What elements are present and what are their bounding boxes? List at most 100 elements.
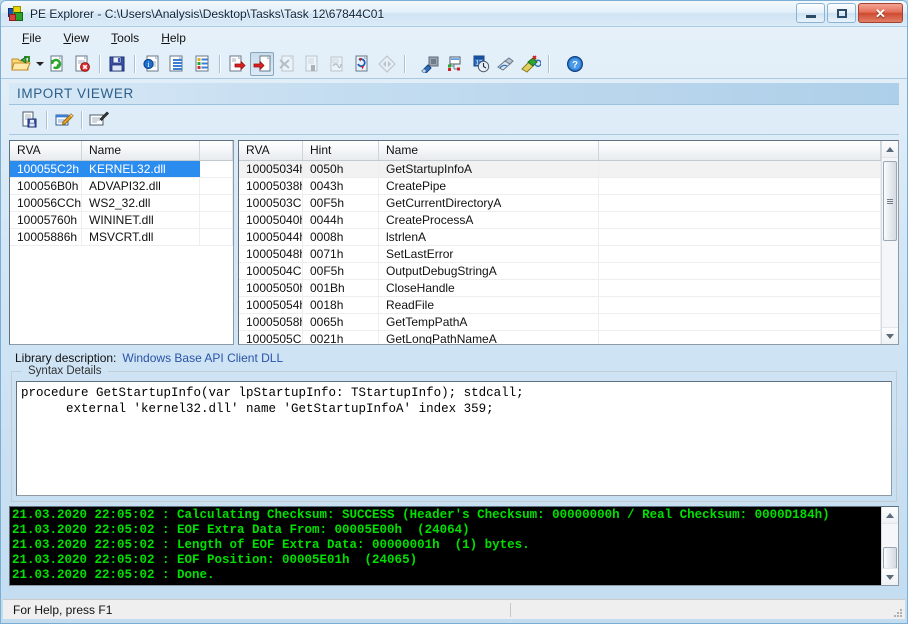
log-console[interactable]: 21.03.2020 22:05:02 : Calculating Checks… [9,506,899,586]
function-list[interactable]: RVA Hint Name 10005034h0050hGetStartupIn… [238,140,899,345]
title-bar[interactable]: PE Explorer - C:\Users\Analysis\Desktop\… [1,1,907,27]
close-button[interactable]: ✕ [858,3,903,23]
resource-editor-icon[interactable] [444,52,468,76]
menu-file-rest: ile [29,31,41,45]
function-row[interactable]: 10005050h001BhCloseHandle [239,280,881,297]
function-row-hint: 0018h [303,297,379,313]
function-row[interactable]: 1000504Ch00F5hOutputDebugStringA [239,263,881,280]
export-viewer-icon[interactable] [225,52,249,76]
window-title: PE Explorer - C:\Users\Analysis\Desktop\… [30,7,384,21]
maximize-icon [837,9,847,18]
log-scrollbar[interactable] [881,507,898,585]
fn-col-rva[interactable]: RVA [239,141,303,160]
maximize-button[interactable] [827,3,856,23]
log-line: 21.03.2020 22:05:02 : Done. [12,568,880,583]
log-line: 21.03.2020 22:05:02 : EOF Extra Data Fro… [12,523,880,538]
function-row[interactable]: 10005040h0044hCreateProcessA [239,212,881,229]
close-file-icon[interactable] [70,52,94,76]
minimize-button[interactable] [796,3,825,23]
function-row[interactable]: 10005058h0065hGetTempPathA [239,314,881,331]
menu-help[interactable]: Help [150,29,197,47]
syntax-details-group: Syntax Details procedure GetStartupInfo(… [11,371,897,502]
timedate-stamp-icon[interactable]: 12 [469,52,493,76]
dll-row[interactable]: 10005886hMSVCRT.dll [10,229,233,246]
help-icon[interactable]: ? [563,52,587,76]
menu-view-rest: iew [71,31,89,45]
menu-file[interactable]: File [11,29,52,47]
function-row-filler [599,229,881,245]
function-row[interactable]: 1000503Ch00F5hGetCurrentDirectoryA [239,195,881,212]
function-row[interactable]: 10005034h0050hGetStartupInfoA [239,161,881,178]
syntax-details-box[interactable]: procedure GetStartupInfo(var lpStartupIn… [16,381,892,496]
header-info-icon[interactable]: i [140,52,164,76]
function-row[interactable]: 10005044h0008hlstrlenA [239,229,881,246]
data-directories-icon[interactable] [190,52,214,76]
dll-list[interactable]: RVA Name 100055C2hKERNEL32.dll100056B0hA… [9,140,234,345]
signature-viewer-icon [325,52,349,76]
upx-unpacker-icon[interactable] [494,52,518,76]
function-row[interactable]: 1000505Ch0021hGetLongPathNameA [239,331,881,345]
function-list-scrollbar[interactable] [881,141,898,344]
syntax-details-text: procedure GetStartupInfo(var lpStartupIn… [21,385,887,417]
edit-import-icon[interactable] [52,108,76,132]
log-scrollbar-thumb[interactable] [883,547,897,569]
log-line: 21.03.2020 22:05:02 : EOF Position: 0000… [12,553,880,568]
section-headers-icon[interactable] [165,52,189,76]
dll-row[interactable]: 100056CChWS2_32.dll [10,195,233,212]
dll-col-filler [200,141,233,160]
fn-col-filler [599,141,881,160]
log-line: 21.03.2020 22:05:02 : Calculating Checks… [12,508,880,523]
function-row-hint: 0021h [303,331,379,345]
unpacker-plugin-icon[interactable] [519,52,543,76]
log-scroll-down-icon[interactable] [882,568,898,585]
resize-grip-icon[interactable] [887,602,903,618]
function-row[interactable]: 10005038h0043hCreatePipe [239,178,881,195]
function-row-filler [599,297,881,313]
dll-row[interactable]: 100055C2hKERNEL32.dll [10,161,233,178]
function-row-name: GetStartupInfoA [379,161,599,177]
reload-file-icon[interactable] [45,52,69,76]
open-dropdown-arrow-icon[interactable] [34,52,45,76]
dll-row[interactable]: 10005760hWININET.dll [10,212,233,229]
open-file-icon[interactable] [9,52,33,76]
function-row[interactable]: 10005054h0018hReadFile [239,297,881,314]
import-viewer-icon[interactable] [250,52,274,76]
scroll-down-icon[interactable] [882,327,898,344]
disassembler-icon[interactable] [419,52,443,76]
dll-row[interactable]: 100056B0hADVAPI32.dll [10,178,233,195]
menu-tools[interactable]: Tools [100,29,150,47]
function-row-name: CreateProcessA [379,212,599,228]
relocations-icon[interactable] [350,52,374,76]
pe-explorer-icon [8,6,24,22]
function-row-rva: 10005050h [239,280,303,296]
save-file-icon[interactable] [105,52,129,76]
dll-col-rva[interactable]: RVA [10,141,82,160]
toolbar-separator [404,55,406,73]
dll-row-rva: 100056CCh [10,195,82,211]
log-scroll-up-icon[interactable] [882,507,898,524]
scroll-up-icon[interactable] [882,141,898,158]
function-row-hint: 0050h [303,161,379,177]
function-row-filler [599,314,881,330]
dll-row-rva: 100055C2h [10,161,82,177]
function-rows: 10005034h0050hGetStartupInfoA10005038h00… [239,161,881,345]
fn-col-name[interactable]: Name [379,141,599,160]
dll-row-filler [200,229,233,245]
function-row-name: ReadFile [379,297,599,313]
function-row[interactable]: 10005048h0071hSetLastError [239,246,881,263]
dll-row-filler [200,161,233,177]
menu-view[interactable]: View [52,29,100,47]
menu-help-rest: elp [170,31,186,45]
dll-col-name[interactable]: Name [82,141,200,160]
fn-col-hint[interactable]: Hint [303,141,379,160]
properties-icon[interactable] [87,108,111,132]
dll-row-name: WS2_32.dll [82,195,200,211]
save-report-icon[interactable] [17,108,41,132]
log-text: 21.03.2020 22:05:02 : Calculating Checks… [12,508,880,585]
dependency-scanner-icon [375,52,399,76]
scrollbar-grip [887,198,893,205]
scrollbar-thumb[interactable] [883,161,897,241]
function-row-hint: 0044h [303,212,379,228]
dll-row-name: KERNEL32.dll [82,161,200,177]
toolbar-separator [99,55,101,73]
